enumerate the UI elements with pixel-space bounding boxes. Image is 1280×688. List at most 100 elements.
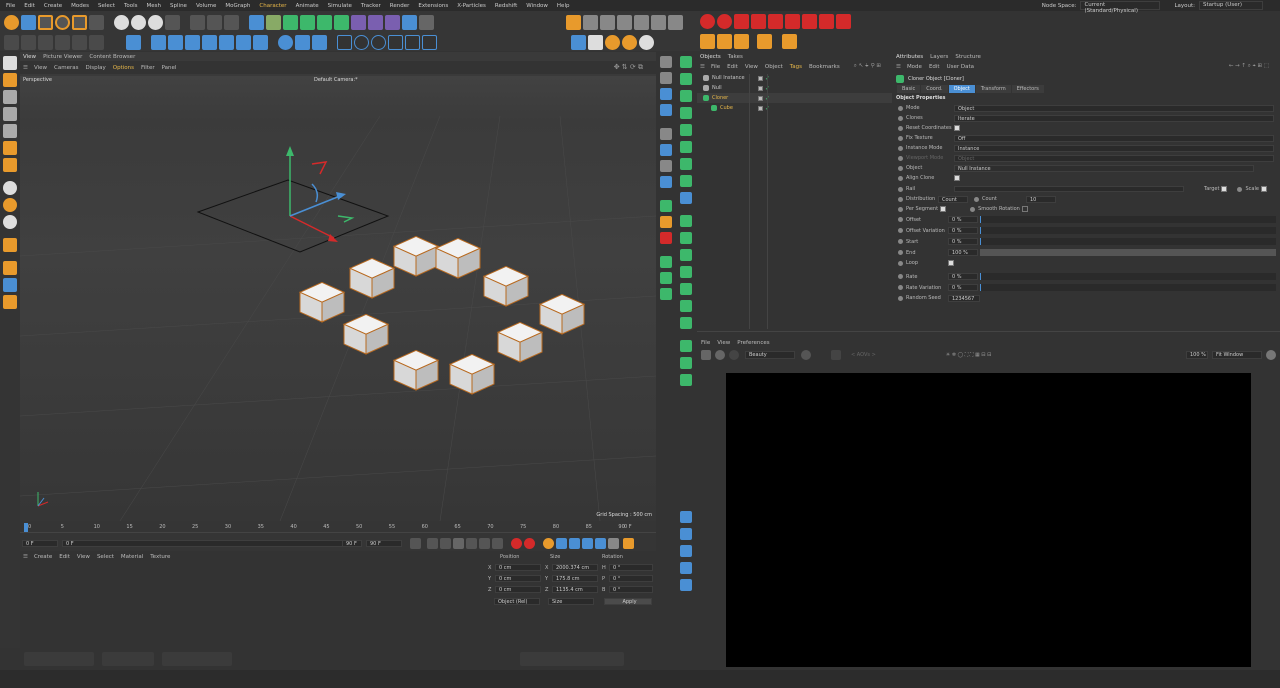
object-menu-icon[interactable]: ☰ (700, 64, 705, 70)
key-pla-icon[interactable] (608, 537, 619, 549)
keyframe-selection-icon[interactable] (543, 537, 554, 549)
mat-menu-edit[interactable]: Edit (59, 554, 70, 560)
coord-size-field[interactable]: 2000.374 cm (552, 564, 598, 571)
tab-objects[interactable]: Objects (700, 54, 721, 60)
next-key-icon[interactable] (479, 537, 490, 549)
coord-size-field[interactable]: 175.8 cm (552, 575, 598, 582)
attr-subtab-transform[interactable]: Transform (975, 85, 1011, 93)
loop-cut-icon[interactable] (219, 34, 234, 50)
side-tool-7-icon[interactable] (660, 160, 672, 172)
viewport-nav-icons[interactable]: ✥ ⇅ ⟳ ⧉ (614, 63, 643, 72)
cylinder-spline-icon[interactable] (388, 34, 403, 50)
random-seed-field[interactable]: 1234567 (948, 294, 980, 302)
render-zoom-field[interactable]: 100 % (1186, 351, 1208, 359)
start-frame-field[interactable]: 0 F (62, 539, 362, 547)
render-settings-icon[interactable] (224, 14, 239, 30)
uv-tools-group[interactable] (24, 652, 94, 666)
rate-slider-track[interactable] (980, 273, 1276, 280)
subdivision-icon[interactable] (283, 14, 298, 30)
vp-menu-view[interactable]: View (34, 65, 47, 71)
points-mode-icon[interactable] (21, 34, 36, 50)
object-visibility-toggle[interactable] (758, 95, 763, 101)
mograph-15-icon[interactable] (680, 300, 692, 312)
next-frame-icon[interactable] (466, 537, 477, 549)
render-menu-file[interactable]: File (701, 340, 710, 346)
snap-s-icon[interactable] (3, 181, 17, 195)
end-frame-b-field[interactable]: 90 F (366, 539, 402, 547)
vp-menu-options[interactable]: Options (113, 65, 134, 71)
obj-menu-view[interactable]: View (745, 64, 758, 70)
ik-icon[interactable] (717, 34, 732, 49)
viewport-solo-icon[interactable] (126, 34, 141, 50)
axis-icon[interactable] (3, 158, 17, 172)
xp-question-icon[interactable] (802, 14, 817, 29)
timeline-menu-icon[interactable] (623, 537, 634, 549)
side-tool-13-icon[interactable] (660, 272, 672, 284)
mograph-2-icon[interactable] (680, 73, 692, 85)
cloned-cube[interactable] (538, 293, 586, 335)
slider-value-field[interactable]: 0 % (948, 216, 978, 223)
rs-light-icon[interactable] (566, 14, 581, 30)
side-tool-4-icon[interactable] (660, 104, 672, 116)
axis-tools-group[interactable] (102, 652, 154, 666)
distribution-select[interactable]: Count (938, 195, 968, 203)
mograph-24-icon[interactable] (680, 579, 692, 591)
viewport-3d[interactable]: Perspective Default Camera:* Grid Spacin… (20, 76, 656, 521)
brush-icon[interactable] (236, 34, 251, 50)
viewport-menu-icon[interactable]: ☰ (23, 65, 28, 71)
transform-tool-icon[interactable] (72, 14, 87, 30)
mograph-5-icon[interactable] (680, 124, 692, 136)
mograph-10-icon[interactable] (680, 215, 692, 227)
property-select[interactable]: Object (954, 154, 1274, 162)
model-mode-icon[interactable] (4, 34, 19, 50)
brush-tools-group[interactable] (520, 652, 624, 666)
property-checkbox[interactable] (954, 175, 960, 181)
slider-track[interactable] (980, 227, 1276, 234)
mograph-13-icon[interactable] (680, 266, 692, 278)
rs-sun-icon[interactable] (617, 14, 632, 30)
s-white-icon[interactable] (639, 34, 654, 50)
side-tool-12-icon[interactable] (660, 256, 672, 268)
rs-area-icon[interactable] (600, 14, 615, 30)
per-segment-checkbox[interactable] (940, 206, 947, 212)
mograph-8-icon[interactable] (680, 175, 692, 187)
menu-spline[interactable]: Spline (170, 3, 187, 9)
mograph-7-icon[interactable] (680, 158, 692, 170)
mat-menu-view[interactable]: View (77, 554, 90, 560)
tab-takes[interactable]: Takes (728, 54, 743, 60)
layout-select[interactable]: Startup (User) (1199, 1, 1263, 10)
key-position-icon[interactable] (556, 537, 567, 549)
camera-icon[interactable] (419, 14, 434, 30)
render-canvas[interactable] (726, 373, 1251, 667)
pen-spline-icon[interactable] (266, 14, 281, 30)
prev-frame-icon[interactable] (440, 537, 451, 549)
render-crop-icon[interactable] (831, 350, 841, 360)
mograph-22-icon[interactable] (680, 545, 692, 557)
attr-subtab-basic[interactable]: Basic (897, 85, 921, 93)
slider-value-field[interactable]: 0 % (948, 238, 978, 245)
property-checkbox[interactable] (954, 125, 960, 131)
mograph-18-icon[interactable] (680, 357, 692, 369)
menu-extensions[interactable]: Extensions (418, 3, 448, 9)
slider-track[interactable] (980, 249, 1276, 256)
current-frame-field[interactable]: 0 F (22, 539, 58, 547)
xp-modifier-icon[interactable] (751, 14, 766, 29)
mograph-3-icon[interactable] (680, 90, 692, 102)
menu-volume[interactable]: Volume (196, 3, 216, 9)
cloner-icon[interactable] (300, 14, 315, 30)
menu-xparticles[interactable]: X-Particles (457, 3, 486, 9)
mograph-12-icon[interactable] (680, 249, 692, 261)
texture-icon[interactable] (3, 90, 17, 104)
object-visibility-toggle[interactable] (758, 75, 763, 81)
coordinate-system-icon[interactable] (165, 14, 180, 30)
object-list-item[interactable]: Cube✓ (697, 103, 892, 113)
property-select[interactable]: Off (954, 134, 1274, 142)
obj-menu-file[interactable]: File (711, 64, 720, 70)
mograph-21-icon[interactable] (680, 528, 692, 540)
property-select[interactable]: Iterate (954, 114, 1274, 122)
skin-icon[interactable] (734, 34, 749, 49)
cloned-cube[interactable] (434, 237, 482, 279)
mograph-17-icon[interactable] (680, 340, 692, 352)
rate-slider-track[interactable] (980, 284, 1276, 291)
menu-render[interactable]: Render (390, 3, 410, 9)
